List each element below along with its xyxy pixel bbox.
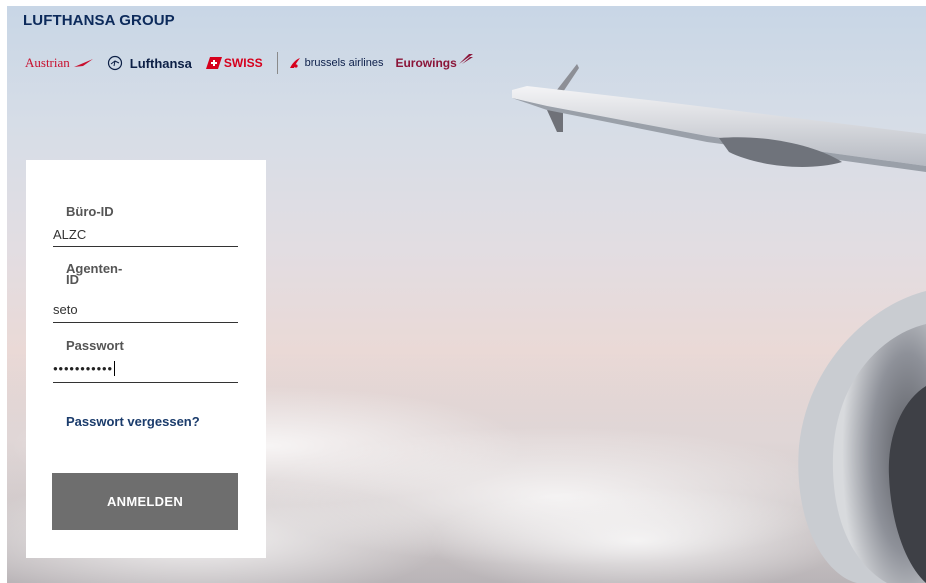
eurowings-logo: Eurowings bbox=[395, 54, 473, 70]
agent-id-label: Agenten- ID bbox=[66, 261, 123, 287]
office-id-underline bbox=[53, 246, 238, 247]
agent-id-underline bbox=[53, 322, 238, 323]
lufthansa-group-logo: LUFTHANSA GROUP bbox=[23, 12, 175, 29]
password-underline bbox=[53, 382, 238, 383]
crane-icon bbox=[107, 55, 122, 71]
brussels-dots-icon bbox=[289, 58, 300, 68]
austrian-chevron-icon bbox=[73, 59, 93, 67]
austrian-logo: Austrian bbox=[25, 55, 95, 71]
logo-divider bbox=[276, 52, 278, 74]
text-caret bbox=[113, 361, 115, 376]
swiss-logo: SWISS bbox=[204, 56, 263, 70]
eurowings-wing-icon bbox=[458, 54, 473, 64]
airline-logos-row: Austrian Lufthansa SWISS brussels airlin… bbox=[25, 52, 486, 74]
lufthansa-logo: Lufthansa bbox=[107, 55, 192, 71]
agent-id-field[interactable]: seto bbox=[53, 302, 78, 317]
password-masked-value: ●●●●●●●●●●● bbox=[53, 364, 113, 373]
office-id-label: Büro-ID bbox=[66, 204, 114, 219]
password-field[interactable]: ●●●●●●●●●●● bbox=[53, 361, 115, 376]
office-id-field[interactable]: ALZC bbox=[53, 227, 86, 242]
login-button[interactable]: ANMELDEN bbox=[52, 473, 238, 530]
swiss-flag-icon bbox=[205, 57, 222, 69]
login-panel: Büro-ID ALZC Agenten- ID seto Passwort ●… bbox=[26, 160, 266, 558]
brussels-airlines-logo: brussels airlines bbox=[288, 56, 383, 70]
forgot-password-link[interactable]: Passwort vergessen? bbox=[66, 414, 200, 429]
password-label: Passwort bbox=[66, 338, 124, 353]
